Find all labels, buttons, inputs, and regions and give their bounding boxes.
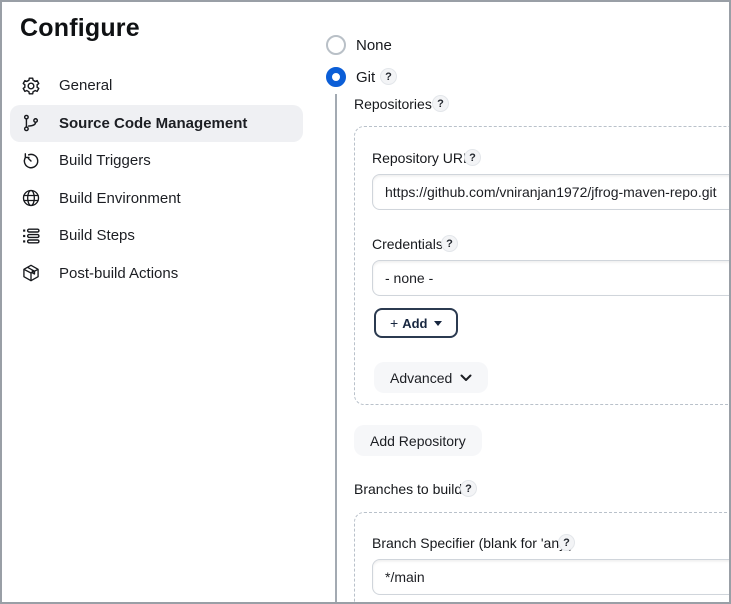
add-repository-button[interactable]: Add Repository [354,425,482,456]
credentials-select[interactable]: - none - [372,260,729,296]
sidebar-item-source-code-management[interactable]: Source Code Management [10,104,303,142]
branch-specifier-input[interactable] [372,559,729,595]
sidebar-item-build-triggers[interactable]: Build Triggers [10,142,303,180]
sidebar-item-label: Build Steps [59,227,135,245]
gear-icon [21,76,41,96]
scm-git-label[interactable]: Git [356,69,375,86]
list-icon [21,226,41,246]
sidebar-item-label: Post-build Actions [59,264,179,282]
credentials-help-icon[interactable]: ? [441,235,458,252]
sidebar-item-label: Source Code Management [59,114,248,132]
sidebar-item-label: General [59,77,113,95]
sidebar-item-label: Build Triggers [59,152,151,170]
branches-help-icon[interactable]: ? [460,480,477,497]
sidebar-item-label: Build Environment [59,189,181,207]
repositories-section-label: Repositories [354,96,432,112]
scm-none-label[interactable]: None [356,37,392,54]
scm-git-radio[interactable] [326,67,346,87]
configure-page: Configure General Source Code Management… [0,0,731,604]
credentials-selected-value: - none - [385,270,434,286]
scm-none-radio[interactable] [326,35,346,55]
git-section-tree-line [335,94,337,602]
repository-url-label: Repository URL [372,150,471,166]
stopwatch-icon [21,151,41,171]
page-title: Configure [20,14,140,42]
repository-url-input[interactable] [372,174,729,210]
branch-specifier-label: Branch Specifier (blank for 'any') [372,535,574,551]
git-branch-icon [21,113,41,133]
repository-url-help-icon[interactable]: ? [464,149,481,166]
sidebar-item-post-build-actions[interactable]: Post-build Actions [10,255,303,293]
git-help-icon[interactable]: ? [380,68,397,85]
config-sidebar: General Source Code Management Build Tri… [10,67,303,292]
plus-icon: + [390,315,399,331]
credentials-label: Credentials [372,236,443,252]
repositories-help-icon[interactable]: ? [432,95,449,112]
package-icon [21,263,41,283]
branch-specifier-help-icon[interactable]: ? [558,534,575,551]
sidebar-item-general[interactable]: General [10,67,303,105]
globe-icon [21,188,41,208]
add-credentials-button[interactable]: + Add [374,308,459,338]
caret-down-icon [434,320,443,326]
branches-to-build-label: Branches to build [354,481,463,497]
sidebar-item-build-environment[interactable]: Build Environment [10,180,303,218]
sidebar-item-build-steps[interactable]: Build Steps [10,217,303,255]
chevron-down-icon [460,374,472,381]
advanced-button[interactable]: Advanced [374,362,489,393]
